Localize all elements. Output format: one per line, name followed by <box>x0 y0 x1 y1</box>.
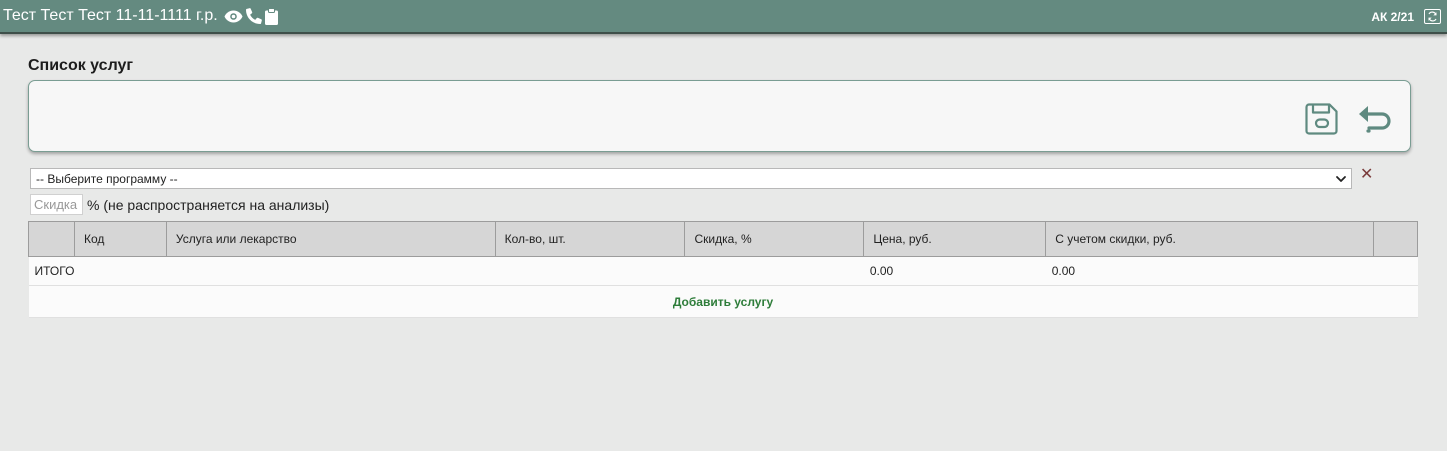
col-header-select <box>28 221 75 257</box>
col-header-discount: Скидка, % <box>684 221 865 257</box>
header-icons <box>224 6 281 26</box>
top-header-bar: Тест Тест Тест 11-11-1111 г.р. АК 2/21 <box>0 0 1447 34</box>
col-header-code: Код <box>73 221 167 257</box>
col-header-service: Услуга или лекарство <box>165 221 496 257</box>
col-header-actions <box>1372 221 1419 257</box>
total-price: 0.00 <box>863 256 1046 286</box>
services-table: Код Услуга или лекарство Кол-во, шт. Ски… <box>28 221 1419 318</box>
total-label: ИТОГО <box>28 256 864 286</box>
toolbar-card <box>28 80 1411 152</box>
patient-name: Тест Тест Тест 11-11-1111 г.р. <box>3 7 218 24</box>
table-header-row: Код Услуга или лекарство Кол-во, шт. Ски… <box>28 221 1419 257</box>
clear-program-button[interactable]: ✕ <box>1360 167 1373 183</box>
col-header-discounted: С учетом скидки, руб. <box>1045 221 1374 257</box>
save-icon <box>1305 103 1338 135</box>
discount-input[interactable] <box>30 194 83 215</box>
total-empty <box>1373 256 1418 286</box>
program-select[interactable]: -- Выберите программу -- <box>30 168 1352 189</box>
add-service-cell: Добавить услугу <box>28 285 1418 318</box>
total-row: ИТОГО 0.00 0.00 <box>28 256 1418 286</box>
total-discounted: 0.00 <box>1045 256 1374 286</box>
clipboard-icon[interactable] <box>265 6 278 26</box>
discount-note: % (не распространяется на анализы) <box>87 197 330 213</box>
undo-arrow-icon <box>1359 106 1391 133</box>
add-service-link[interactable]: Добавить услугу <box>673 295 773 309</box>
save-button[interactable] <box>1304 101 1340 137</box>
phone-icon[interactable] <box>246 6 262 26</box>
add-service-row: Добавить услугу <box>28 285 1418 318</box>
program-select-value: -- Выберите программу -- <box>36 171 178 186</box>
eye-icon[interactable] <box>224 6 243 26</box>
chevron-down-icon <box>1336 176 1346 182</box>
ak-label: АК 2/21 <box>1371 10 1414 24</box>
back-button[interactable] <box>1357 101 1393 137</box>
col-header-quantity: Кол-во, шт. <box>494 221 686 257</box>
col-header-price: Цена, руб. <box>863 221 1047 257</box>
page-title: Список услуг <box>28 57 134 74</box>
refresh-button[interactable] <box>1424 9 1441 24</box>
refresh-icon <box>1428 11 1437 22</box>
